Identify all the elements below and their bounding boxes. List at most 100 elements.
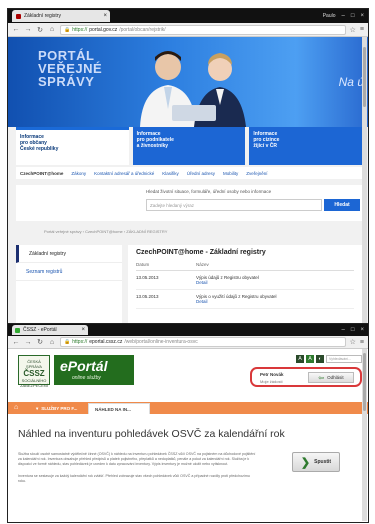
reload-icon[interactable]: ↻	[36, 26, 44, 34]
close-icon[interactable]: ×	[360, 13, 364, 19]
browser-tab[interactable]: ČSSZ - ePortál ×	[12, 325, 88, 335]
font-larger-icon[interactable]: A	[306, 355, 314, 363]
browser-window-eportal: ČSSZ - ePortál × – □ × ← → ↻ ⌂ 🔒 https:/…	[7, 323, 369, 523]
browser-window-portal: Základní registry × Paulo – □ × ← → ↻ ⌂ …	[7, 8, 369, 326]
scrollbar-thumb[interactable]	[363, 353, 366, 411]
home-icon[interactable]: ⌂	[48, 339, 56, 346]
scrollbar-thumb[interactable]	[363, 47, 366, 107]
font-smaller-icon[interactable]: A	[296, 355, 304, 363]
tab-label: NÁHLED NA IN...	[95, 406, 131, 412]
portal-banner: PORTÁL VEŘEJNÉ SPRÁVY Na ú	[8, 37, 368, 127]
window-controls: – □ ×	[342, 13, 364, 19]
logout-button[interactable]: ⇦ Odhlásit	[308, 372, 354, 383]
menu-item-seznam-registru[interactable]: Seznam registrů	[16, 263, 122, 281]
row-date: 13.05.2013	[136, 294, 159, 299]
url-prefix: https://	[72, 339, 88, 345]
banner-tagline: Na ú	[338, 75, 364, 89]
scrollbar[interactable]	[362, 37, 367, 325]
window-titlebar: Základní registry × Paulo – □ ×	[8, 9, 368, 23]
logout-icon: ⇦	[318, 374, 325, 382]
row-date: 13.05.2013	[136, 275, 159, 280]
browser-tab[interactable]: Základní registry ×	[12, 10, 110, 22]
tab-close-icon[interactable]: ×	[103, 13, 107, 19]
main-content: Náhled na inventuru pohledávek OSVČ za k…	[8, 420, 368, 520]
user-box-highlighted: Petr Novák Moje žádosti ⇦ Odhlásit	[250, 367, 362, 387]
arrow-right-icon: ❯	[300, 456, 311, 469]
box-line: žijící v ČR	[253, 143, 277, 149]
user-sublink[interactable]: Moje žádosti	[260, 379, 282, 384]
table-row: 13.05.2013 Výpis údajů z Registru obyvat…	[136, 271, 354, 290]
eportal-logo[interactable]: ePortál online služby	[54, 355, 134, 385]
tab-nahled[interactable]: NÁHLED NA IN...	[88, 403, 150, 414]
row-title: Výpis o využití údajů z Registru obyvate…	[196, 294, 277, 299]
home-icon[interactable]: ⌂	[14, 404, 22, 412]
tab-bar: ⌂ ▾ SLUŽBY PRO F... NÁHLED NA IN...	[8, 402, 368, 414]
profile-name[interactable]: Paulo	[323, 13, 336, 19]
nav-item[interactable]: Zveřejnění	[246, 171, 267, 176]
logo-big: ČSSZ	[23, 369, 45, 378]
box-entrepreneurs[interactable]: Informace pro podnikatele a živnostníky	[132, 127, 246, 165]
breadcrumb[interactable]: Portál veřejné správy › CzechPOINT@home …	[16, 229, 362, 237]
box-citizens[interactable]: Informace pro občany České republiky	[16, 127, 129, 165]
maximize-icon[interactable]: □	[351, 13, 355, 19]
minimize-icon[interactable]: –	[342, 327, 345, 333]
lock-icon: 🔒	[64, 26, 71, 33]
description-paragraph: Služba slouží osobě samostatně výdělečně…	[18, 452, 256, 467]
nav-item[interactable]: Mobility	[223, 171, 238, 176]
forward-icon[interactable]: →	[24, 339, 32, 346]
eportal-header: ČESKÁ SPRÁVA ČSSZ SOCIÁLNÍHO ZABEZPEČENÍ…	[8, 349, 368, 391]
close-icon[interactable]: ×	[360, 327, 364, 333]
url-path: /web/portal/online-inventura-osvc	[124, 339, 198, 345]
minimize-icon[interactable]: –	[342, 13, 345, 19]
tab-close-icon[interactable]: ×	[81, 327, 85, 333]
header-search-input[interactable]: Vyhledávání...	[326, 355, 362, 363]
logo-line: ČESKÁ SPRÁVA	[26, 359, 42, 369]
tab-sluzby[interactable]: ▾ SLUŽBY PRO F...	[30, 403, 84, 414]
url-field[interactable]: 🔒 https://eportal.cssz.cz/web/portal/onl…	[60, 337, 346, 347]
star-icon[interactable]: ☆	[350, 26, 356, 34]
box-foreigners[interactable]: Informace pro cizince žijící v ČR	[249, 127, 363, 165]
favicon-icon	[16, 13, 21, 19]
main-content: CzechPOINT@home - Základní registry Datu…	[128, 245, 362, 325]
forward-icon[interactable]: →	[24, 26, 32, 33]
nav-item-czechpoint[interactable]: CzechPOINT@home	[20, 171, 63, 176]
window-titlebar: ČSSZ - ePortál × – □ ×	[8, 324, 368, 336]
contrast-icon[interactable]: ◐	[316, 355, 324, 363]
search-area: Hledat životní situace, formuláře, úředn…	[16, 185, 362, 221]
favicon-icon	[15, 327, 20, 333]
menu-icon[interactable]: ≡	[360, 26, 364, 33]
portal-logo[interactable]: PORTÁL VEŘEJNÉ SPRÁVY	[38, 49, 102, 88]
nav-item[interactable]: Kontaktní adresář a úřednické	[94, 171, 154, 176]
column-header-date: Datum	[136, 262, 150, 267]
start-button[interactable]: ❯ Spustit	[292, 452, 340, 472]
eportal-title: ePortál	[60, 358, 108, 374]
nav-item[interactable]: Klasifiky	[162, 171, 179, 176]
header-icons: A A ◐	[296, 355, 324, 363]
back-icon[interactable]: ←	[12, 26, 20, 33]
search-label: Hledat životní situace, formuláře, úředn…	[146, 189, 272, 194]
cssz-logo[interactable]: ČESKÁ SPRÁVA ČSSZ SOCIÁLNÍHO ZABEZPEČENÍ	[18, 355, 50, 388]
detail-link[interactable]: Detail	[196, 299, 277, 304]
scrollbar[interactable]	[362, 349, 367, 521]
screenshot-collage: Základní registry × Paulo – □ × ← → ↻ ⌂ …	[0, 0, 375, 524]
reload-icon[interactable]: ↻	[36, 338, 44, 346]
tab-title: Základní registry	[24, 13, 61, 19]
search-button[interactable]: Hledat	[324, 199, 360, 211]
nav-item[interactable]: Úřední adresy	[187, 171, 215, 176]
url-path: /portal/obcan/rejstrik/	[119, 26, 166, 33]
logo-line: SOCIÁLNÍHO ZABEZPEČENÍ	[20, 378, 48, 388]
logo-line: SPRÁVY	[38, 74, 95, 89]
star-icon[interactable]: ☆	[350, 338, 356, 346]
detail-link[interactable]: Detail	[196, 280, 259, 285]
page-title: Náhled na inventuru pohledávek OSVČ za k…	[18, 428, 285, 440]
url-field[interactable]: 🔒 https://portal.gov.cz/portal/obcan/rej…	[60, 24, 346, 35]
nav-item[interactable]: Zákony	[71, 171, 86, 176]
url-domain: portal.gov.cz	[89, 26, 118, 33]
maximize-icon[interactable]: □	[351, 327, 355, 333]
back-icon[interactable]: ←	[12, 339, 20, 346]
search-input[interactable]: Zadejte hledaný výraz	[146, 199, 322, 211]
menu-item-zakladni-registry[interactable]: Základní registry	[16, 245, 122, 263]
menu-icon[interactable]: ≡	[360, 339, 364, 346]
home-icon[interactable]: ⌂	[48, 26, 56, 33]
lock-icon: 🔒	[64, 339, 71, 345]
